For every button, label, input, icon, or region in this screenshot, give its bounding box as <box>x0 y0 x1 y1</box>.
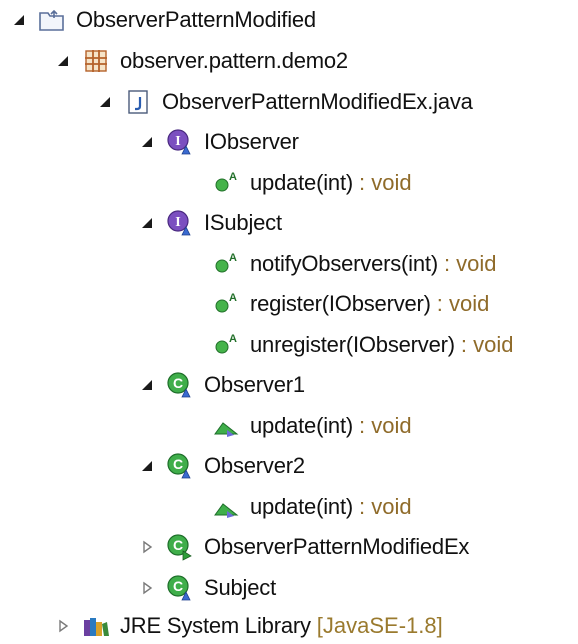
method-label: register(IObserver) <box>250 291 431 316</box>
tree-item-isubject[interactable]: ISubject <box>140 203 282 243</box>
interface-label: IObserver <box>204 129 299 154</box>
runnable-class-icon <box>166 533 194 561</box>
tree-item-observer1[interactable]: Observer1 <box>140 365 305 405</box>
class-label: ObserverPatternModifiedEx <box>204 534 470 559</box>
tree-item-method[interactable]: update(int) : void <box>186 406 412 446</box>
default-method-icon <box>212 493 240 521</box>
interface-label: ISubject <box>204 210 282 235</box>
project-label: ObserverPatternModified <box>76 7 316 32</box>
collapse-triangle-icon[interactable] <box>140 135 154 149</box>
abstract-method-icon <box>212 169 240 197</box>
expand-triangle-icon[interactable] <box>140 540 154 554</box>
java-file-label: ObserverPatternModifiedEx.java <box>162 89 473 114</box>
package-label: observer.pattern.demo2 <box>120 48 348 73</box>
tree-item-subject[interactable]: Subject <box>140 568 276 608</box>
library-label: JRE System Library <box>120 613 311 638</box>
collapse-triangle-icon[interactable] <box>140 216 154 230</box>
method-return-type: : void <box>443 251 497 276</box>
library-version-decoration: [JavaSE-1.8] <box>316 613 443 638</box>
method-label: unregister(IObserver) <box>250 332 455 357</box>
collapse-triangle-icon[interactable] <box>98 95 112 109</box>
method-label: update(int) <box>250 170 353 195</box>
package-explorer-tree: ObserverPatternModified observer.pattern… <box>0 0 578 644</box>
method-label: update(int) <box>250 494 353 519</box>
class-label: Observer2 <box>204 453 305 478</box>
interface-icon <box>166 209 194 237</box>
package-icon <box>82 47 110 75</box>
method-return-type: : void <box>358 413 412 438</box>
method-label: update(int) <box>250 413 353 438</box>
expand-triangle-icon[interactable] <box>56 619 70 633</box>
abstract-method-icon <box>212 290 240 318</box>
method-return-type: : void <box>358 494 412 519</box>
class-icon <box>166 371 194 399</box>
tree-item-package[interactable]: observer.pattern.demo2 <box>56 41 348 81</box>
class-label: Observer1 <box>204 372 305 397</box>
tree-item-main-class[interactable]: ObserverPatternModifiedEx <box>140 527 469 567</box>
collapse-triangle-icon[interactable] <box>12 13 26 27</box>
method-return-type: : void <box>358 170 412 195</box>
tree-item-method[interactable]: update(int) : void <box>186 487 412 527</box>
method-return-type: : void <box>436 291 490 316</box>
expand-triangle-icon[interactable] <box>140 581 154 595</box>
tree-item-observer2[interactable]: Observer2 <box>140 446 305 486</box>
tree-item-jre-library[interactable]: JRE System Library [JavaSE-1.8] <box>56 606 443 644</box>
method-return-type: : void <box>460 332 514 357</box>
class-icon <box>166 452 194 480</box>
default-method-icon <box>212 412 240 440</box>
class-icon <box>166 574 194 602</box>
interface-icon <box>166 128 194 156</box>
tree-item-iobserver[interactable]: IObserver <box>140 122 299 162</box>
collapse-triangle-icon[interactable] <box>56 54 70 68</box>
class-label: Subject <box>204 575 276 600</box>
method-label: notifyObservers(int) <box>250 251 438 276</box>
tree-item-java-file[interactable]: ObserverPatternModifiedEx.java <box>98 82 473 122</box>
tree-item-method[interactable]: unregister(IObserver) : void <box>186 325 513 365</box>
collapse-triangle-icon[interactable] <box>140 378 154 392</box>
collapse-triangle-icon[interactable] <box>140 459 154 473</box>
tree-item-project[interactable]: ObserverPatternModified <box>12 0 316 40</box>
java-project-icon <box>38 6 66 34</box>
library-icon <box>82 612 110 640</box>
tree-item-method[interactable]: notifyObservers(int) : void <box>186 244 497 284</box>
tree-item-method[interactable]: update(int) : void <box>186 163 412 203</box>
tree-item-method[interactable]: register(IObserver) : void <box>186 284 489 324</box>
abstract-method-icon <box>212 250 240 278</box>
abstract-method-icon <box>212 331 240 359</box>
java-file-icon <box>124 88 152 116</box>
